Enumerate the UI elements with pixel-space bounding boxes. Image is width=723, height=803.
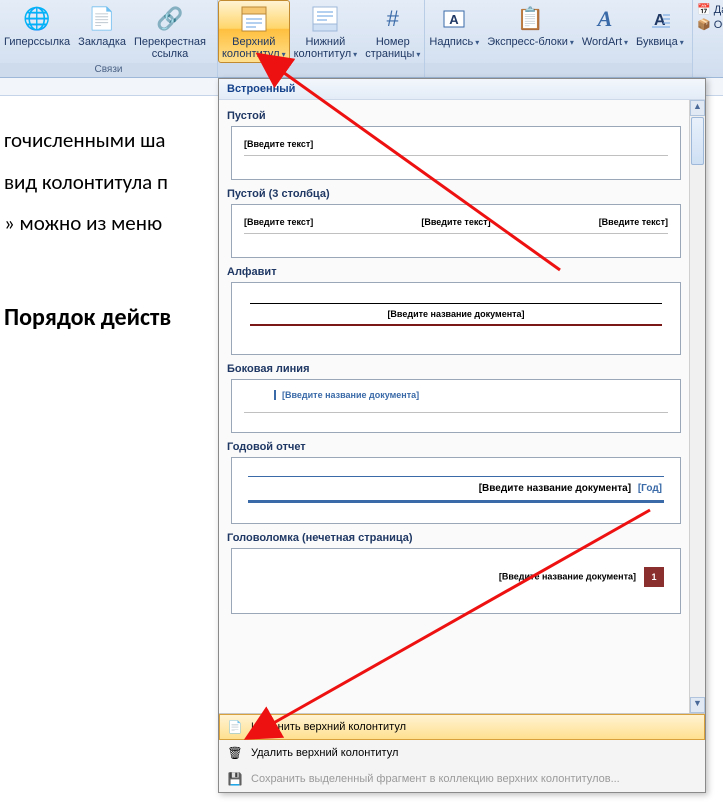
- edit-header-icon: 📄: [227, 719, 243, 735]
- doc-line-1: гочисленными ша: [4, 124, 218, 158]
- item-sideline-label: Боковая линия: [227, 363, 687, 375]
- item-puzzle-label: Головоломка (нечетная страница): [227, 532, 687, 544]
- date-icon: 📅: [697, 3, 711, 16]
- wordart-label: WordArt▾: [582, 36, 628, 49]
- chevron-down-icon: ▾: [475, 38, 479, 47]
- edit-header-menu-item[interactable]: 📄 Изменить верхний колонтитул: [219, 714, 705, 740]
- remove-header-icon: 🗑: [227, 745, 243, 761]
- footer-label: Нижний колонтитул▾: [294, 36, 358, 61]
- quickparts-icon: 📋: [515, 3, 547, 35]
- svg-text:A: A: [450, 12, 460, 27]
- document-body[interactable]: гочисленными ша вид колонтитула п » можн…: [0, 96, 218, 803]
- header-label: Верхний колонтитул▾: [222, 36, 286, 61]
- hash-icon: #: [377, 3, 409, 35]
- item-empty3-label: Пустой (3 столбца): [227, 188, 687, 200]
- item-annual-label: Годовой отчет: [227, 441, 687, 453]
- textbox-label: Надпись▾: [429, 36, 479, 49]
- footer-button[interactable]: Нижний колонтитул▾: [290, 0, 362, 63]
- group-links-label: Связи: [0, 63, 217, 77]
- chevron-down-icon: ▾: [624, 38, 628, 47]
- header-button[interactable]: Верхний колонтитул▾: [218, 0, 290, 63]
- dropcap-label: Буквица▾: [636, 36, 684, 49]
- crossref-icon: 🔗: [154, 3, 186, 35]
- bookmark-button[interactable]: 📄 Закладка: [74, 0, 130, 63]
- save-selection-text: Сохранить выделенный фрагмент в коллекци…: [251, 773, 620, 785]
- remove-header-text: Удалить верхний колонтитул: [251, 747, 398, 759]
- save-selection-icon: 💾: [227, 771, 243, 787]
- header-gallery-dropdown: Встроенный Пустой [Введите текст] Пустой…: [218, 78, 706, 793]
- item-puzzle-preview[interactable]: [Введите название документа]1: [231, 548, 681, 614]
- textbox-button[interactable]: A Надпись▾: [425, 0, 483, 63]
- group-headerfooter: Верхний колонтитул▾ Нижний колонтитул▾ #…: [218, 0, 425, 77]
- item-sideline-preview[interactable]: [Введите название документа]: [231, 379, 681, 433]
- item-alphabet-label: Алфавит: [227, 266, 687, 278]
- group-links: 🌐 Гиперссылка 📄 Закладка 🔗 Перекрестная …: [0, 0, 218, 77]
- group-right: 📅Да 📦Об: [693, 0, 723, 77]
- item-alphabet-preview[interactable]: [Введите название документа]: [231, 282, 681, 355]
- doc-line-2: вид колонтитула п: [4, 166, 218, 200]
- hyperlink-label: Гиперссылка: [4, 36, 70, 48]
- dropcap-button[interactable]: A Буквица▾: [632, 0, 688, 63]
- scroll-up-icon[interactable]: ▲: [690, 100, 705, 116]
- quickparts-button[interactable]: 📋 Экспресс-блоки▾: [483, 0, 578, 63]
- bookmark-label: Закладка: [78, 36, 126, 48]
- quickparts-label: Экспресс-блоки▾: [487, 36, 574, 49]
- remove-header-menu-item[interactable]: 🗑 Удалить верхний колонтитул: [219, 740, 705, 766]
- ribbon: 🌐 Гиперссылка 📄 Закладка 🔗 Перекрестная …: [0, 0, 723, 78]
- item-empty-label: Пустой: [227, 110, 687, 122]
- edit-header-text: Изменить верхний колонтитул: [251, 721, 406, 733]
- object-icon: 📦: [697, 18, 711, 31]
- wordart-button[interactable]: A WordArt▾: [578, 0, 632, 63]
- doc-heading: Порядок действ: [4, 299, 218, 337]
- date-button[interactable]: 📅Да: [695, 2, 721, 17]
- crossref-button[interactable]: 🔗 Перекрестная ссылка: [130, 0, 210, 63]
- gallery-scrollbar[interactable]: ▲ ▼: [689, 100, 705, 713]
- crossref-label: Перекрестная ссылка: [134, 36, 206, 60]
- header-icon: [238, 3, 270, 35]
- group-hf-label: [218, 63, 424, 77]
- scroll-down-icon[interactable]: ▼: [690, 697, 705, 713]
- wordart-icon: A: [589, 3, 621, 35]
- item-annual-preview[interactable]: [Введите название документа] [Год]: [231, 457, 681, 524]
- item-empty3-preview[interactable]: [Введите текст] [Введите текст] [Введите…: [231, 204, 681, 258]
- textbox-icon: A: [438, 3, 470, 35]
- hyperlink-button[interactable]: 🌐 Гиперссылка: [0, 0, 74, 63]
- pagenum-button[interactable]: # Номер страницы▾: [361, 0, 424, 63]
- group-text-label: [425, 63, 692, 77]
- save-selection-menu-item: 💾 Сохранить выделенный фрагмент в коллек…: [219, 766, 705, 792]
- globe-icon: 🌐: [21, 3, 53, 35]
- gallery-body: Пустой [Введите текст] Пустой (3 столбца…: [219, 100, 705, 713]
- object-button[interactable]: 📦Об: [695, 17, 721, 32]
- item-empty-preview[interactable]: [Введите текст]: [231, 126, 681, 180]
- scroll-thumb[interactable]: [691, 117, 704, 165]
- gallery-footer: 📄 Изменить верхний колонтитул 🗑 Удалить …: [219, 713, 705, 792]
- chevron-down-icon: ▾: [282, 50, 286, 59]
- chevron-down-icon: ▾: [353, 50, 357, 59]
- group-text: A Надпись▾ 📋 Экспресс-блоки▾ A WordArt▾ …: [425, 0, 693, 77]
- bookmark-icon: 📄: [86, 3, 118, 35]
- chevron-down-icon: ▾: [416, 50, 420, 59]
- chevron-down-icon: ▾: [570, 38, 574, 47]
- doc-line-3: » можно из меню: [4, 207, 218, 241]
- footer-icon: [309, 3, 341, 35]
- pagenum-label: Номер страницы▾: [365, 36, 420, 61]
- dropcap-icon: A: [644, 3, 676, 35]
- gallery-section-header: Встроенный: [219, 79, 705, 100]
- chevron-down-icon: ▾: [680, 38, 684, 47]
